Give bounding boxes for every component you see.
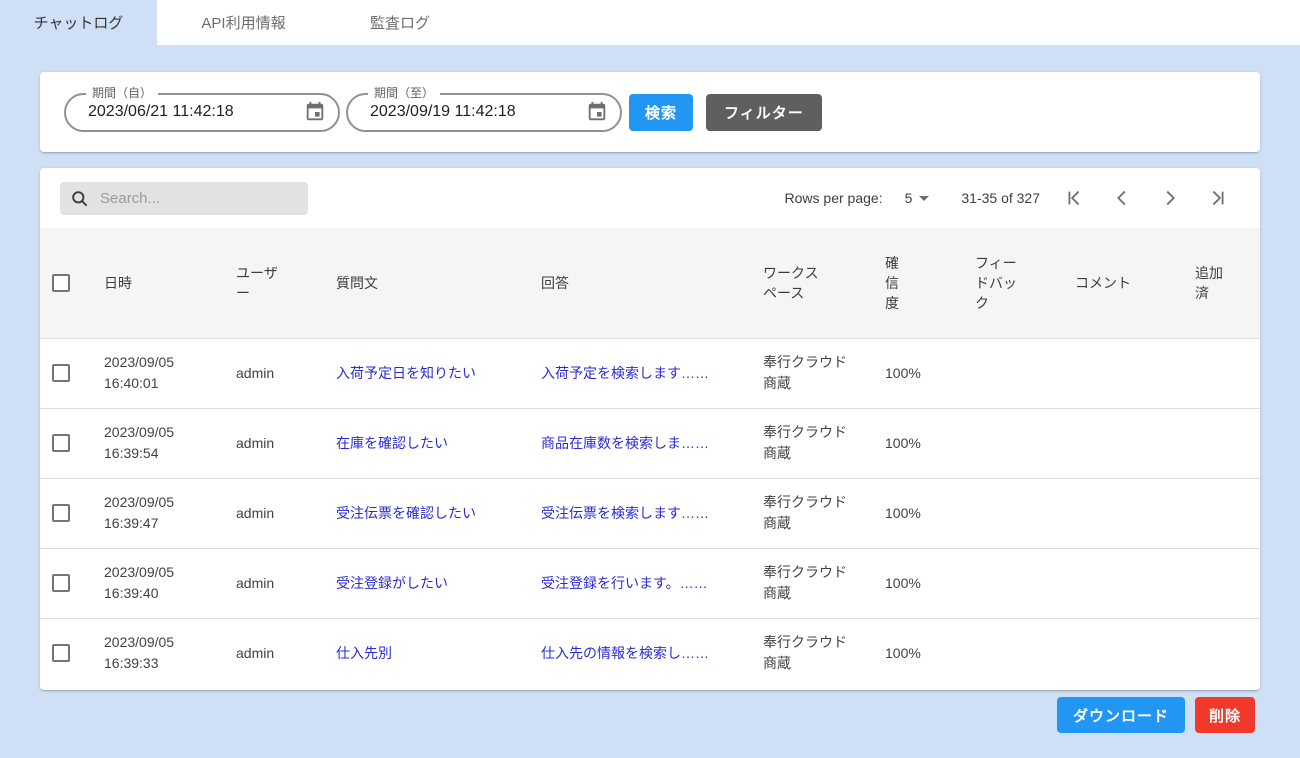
cell-workspace: 奉行クラウド 商蔵 [763,634,847,671]
row-checkbox[interactable] [52,644,70,662]
download-button[interactable]: ダウンロード [1057,697,1185,733]
screen: チャットログ API利用情報 監査ログ 期間（自） 2023/06/21 11:… [0,0,1300,758]
filter-panel: 期間（自） 2023/06/21 11:42:18 期間（至） 2023/09/… [40,72,1260,152]
tab-chat-log[interactable]: チャットログ [0,0,157,45]
search-input[interactable] [98,189,298,208]
table-toolbar: Rows per page: 5 31-35 of 327 [40,168,1260,228]
col-header-workspace: ワークス ペース [747,228,869,338]
question-link[interactable]: 在庫を確認したい [336,435,448,451]
pagination: Rows per page: 5 31-35 of 327 [785,178,1242,218]
cell-user: admin [236,435,274,451]
chat-log-table-card: Rows per page: 5 31-35 of 327 [40,168,1260,690]
cell-datetime: 2023/09/05 16:39:40 [104,564,174,601]
cell-datetime: 2023/09/05 16:39:47 [104,494,174,531]
cell-workspace: 奉行クラウド 商蔵 [763,564,847,601]
pagination-range: 31-35 of 327 [961,190,1040,206]
tab-audit-log[interactable]: 監査ログ [330,0,470,45]
cell-workspace: 奉行クラウド 商蔵 [763,354,847,391]
cell-datetime: 2023/09/05 16:40:01 [104,354,174,391]
chevron-right-icon [1159,187,1181,209]
select-all-checkbox[interactable] [52,274,70,292]
table-row: 2023/09/05 16:39:33 admin 仕入先別 仕入先の情報を検索… [40,618,1260,688]
date-to-value[interactable]: 2023/09/19 11:42:18 [370,103,586,121]
row-checkbox[interactable] [52,364,70,382]
date-from-field[interactable]: 期間（自） 2023/06/21 11:42:18 [64,93,340,132]
tab-api-usage[interactable]: API利用情報 [157,0,330,45]
cell-confidence: 100% [885,575,921,591]
delete-button[interactable]: 削除 [1195,697,1255,733]
cell-user: admin [236,645,274,661]
answer-link[interactable]: 仕入先の情報を検索し…… [541,645,709,661]
col-header-feedback: フィー ドバッ ク [959,228,1059,338]
question-link[interactable]: 受注登録がしたい [336,575,448,591]
answer-link[interactable]: 受注登録を行います。…… [541,575,708,591]
date-to-field[interactable]: 期間（至） 2023/09/19 11:42:18 [346,93,622,132]
tab-bar: チャットログ API利用情報 監査ログ [0,0,1300,45]
cell-user: admin [236,365,274,381]
filter-button[interactable]: フィルター [706,94,822,131]
cell-confidence: 100% [885,365,921,381]
row-checkbox[interactable] [52,434,70,452]
table-row: 2023/09/05 16:39:40 admin 受注登録がしたい 受注登録を… [40,548,1260,618]
rows-per-page-value: 5 [905,190,913,206]
first-page-button[interactable] [1050,178,1098,218]
cell-datetime: 2023/09/05 16:39:33 [104,634,174,671]
question-link[interactable]: 仕入先別 [336,645,392,661]
chevron-down-icon [919,196,929,201]
cell-user: admin [236,505,274,521]
row-checkbox[interactable] [52,504,70,522]
cell-workspace: 奉行クラウド 商蔵 [763,494,847,531]
next-page-button[interactable] [1146,178,1194,218]
date-from-label: 期間（自） [86,86,158,100]
cell-workspace: 奉行クラウド 商蔵 [763,424,847,461]
cell-datetime: 2023/09/05 16:39:54 [104,424,174,461]
table-row: 2023/09/05 16:40:01 admin 入荷予定日を知りたい 入荷予… [40,338,1260,408]
rows-per-page-select[interactable]: 5 [905,190,930,206]
rows-per-page-label: Rows per page: [785,190,883,206]
search-icon [70,189,89,208]
date-to-label: 期間（至） [368,86,440,100]
cell-confidence: 100% [885,435,921,451]
first-page-icon [1063,187,1085,209]
table-row: 2023/09/05 16:39:54 admin 在庫を確認したい 商品在庫数… [40,408,1260,478]
col-header-confidence: 確 信 度 [869,228,959,338]
answer-link[interactable]: 受注伝票を検索します…… [541,505,709,521]
col-header-added: 追加 済 [1179,228,1260,338]
table-header-row: 日時 ユーザ ー 質問文 回答 ワークス ペース 確 信 度 フィー ドバッ ク… [40,228,1260,338]
question-link[interactable]: 受注伝票を確認したい [336,505,476,521]
cell-user: admin [236,575,274,591]
col-header-answer: 回答 [525,228,747,338]
last-page-icon [1207,187,1229,209]
row-checkbox[interactable] [52,574,70,592]
answer-link[interactable]: 商品在庫数を検索しま…… [541,435,709,451]
answer-link[interactable]: 入荷予定を検索します…… [541,365,709,381]
last-page-button[interactable] [1194,178,1242,218]
col-header-comment: コメント [1059,228,1179,338]
previous-page-button[interactable] [1098,178,1146,218]
chat-log-table: 日時 ユーザ ー 質問文 回答 ワークス ペース 確 信 度 フィー ドバッ ク… [40,228,1260,688]
col-header-question: 質問文 [320,228,525,338]
calendar-icon[interactable] [304,101,326,123]
col-header-datetime: 日時 [88,228,220,338]
calendar-icon[interactable] [586,101,608,123]
table-search-box[interactable] [60,182,308,215]
table-row: 2023/09/05 16:39:47 admin 受注伝票を確認したい 受注伝… [40,478,1260,548]
cell-confidence: 100% [885,645,921,661]
question-link[interactable]: 入荷予定日を知りたい [336,365,476,381]
cell-confidence: 100% [885,505,921,521]
chevron-left-icon [1111,187,1133,209]
date-from-value[interactable]: 2023/06/21 11:42:18 [88,103,304,121]
pager-buttons [1050,178,1242,218]
footer-actions: ダウンロード 削除 [1057,697,1255,733]
col-header-user: ユーザ ー [220,228,320,338]
search-button[interactable]: 検索 [629,94,693,131]
